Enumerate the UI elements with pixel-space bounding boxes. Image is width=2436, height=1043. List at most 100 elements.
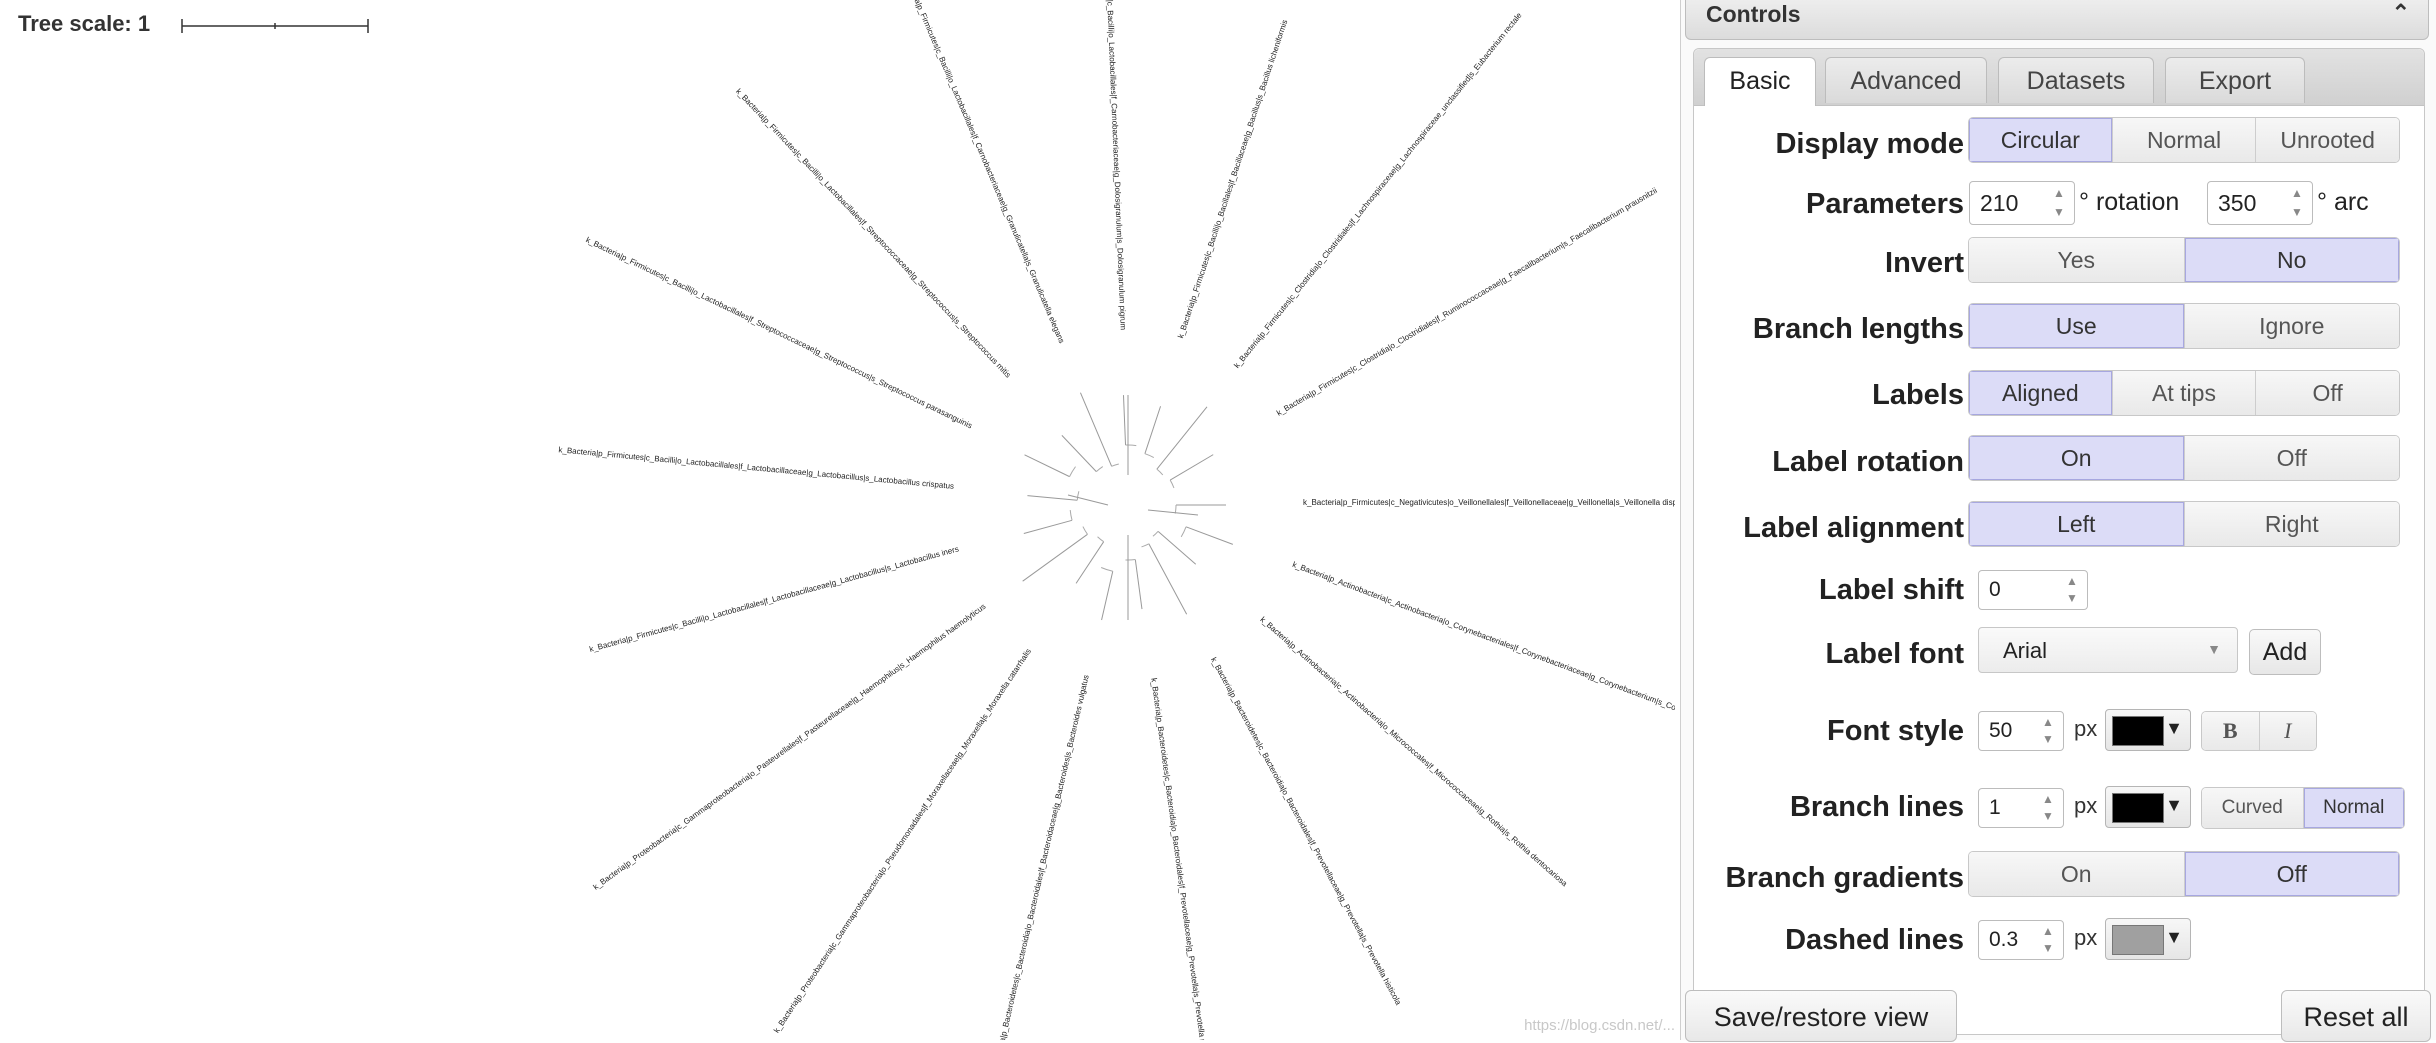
- branch-gradients-off[interactable]: Off: [2184, 852, 2400, 896]
- display-mode-circular[interactable]: Circular: [1969, 118, 2112, 162]
- font-style-label: Font style: [1681, 715, 1964, 748]
- tree-leaf-labels: k_Bacteria|p_Firmicutes|c_Negativicutes|…: [558, 0, 1675, 1040]
- branch-width-value: 1: [1989, 796, 2001, 820]
- tree-leaf-label[interactable]: k_Bacteria|p_Firmicutes|c_Clostridia|o_C…: [1232, 10, 1524, 369]
- save-restore-view-button[interactable]: Save/restore view: [1685, 990, 1957, 1042]
- tree-branch: [1062, 435, 1096, 471]
- label-shift-value: 0: [1989, 578, 2001, 602]
- chevron-up-icon[interactable]: ⌃: [2392, 0, 2410, 26]
- tree-branch: [1135, 560, 1142, 610]
- tab-basic[interactable]: Basic: [1704, 57, 1816, 106]
- label-rotation-off[interactable]: Off: [2184, 436, 2400, 480]
- tree-leaf-label[interactable]: k_Bacteria|p_Proteobacteria|c_Gammaprote…: [592, 602, 988, 892]
- tree-branch: [1024, 520, 1072, 533]
- label-font-value: Arial: [2003, 638, 2047, 664]
- tree-leaf-label[interactable]: k_Bacteria|p_Firmicutes|c_Clostridia|o_C…: [1275, 186, 1659, 418]
- tree-branch: [1158, 531, 1196, 564]
- tree-canvas[interactable]: Tree scale: 1 k_Bacteria|p_Firmicutes|c_…: [0, 0, 1675, 1040]
- branch-width-stepper-arrows[interactable]: ▲▼: [2035, 791, 2061, 825]
- labels-off[interactable]: Off: [2255, 371, 2399, 415]
- label-alignment-label: Label alignment: [1681, 512, 1964, 545]
- bold-button[interactable]: B: [2202, 712, 2259, 750]
- arc-stepper-arrows[interactable]: ▲▼: [2284, 184, 2310, 222]
- dropdown-arrow-icon: ▼: [2165, 795, 2183, 816]
- italic-button[interactable]: I: [2259, 712, 2317, 750]
- tree-branch-connector: [1101, 567, 1113, 571]
- branch-lengths-label: Branch lengths: [1681, 313, 1964, 346]
- controls-title: Controls: [1706, 1, 1801, 28]
- branch-lengths-ignore[interactable]: Ignore: [2184, 304, 2400, 348]
- tree-branch-connector: [1096, 467, 1102, 472]
- tree-leaf-label[interactable]: k_Bacteria|p_Firmicutes|c_Bacilli|o_Lact…: [1102, 0, 1128, 331]
- label-alignment-right[interactable]: Right: [2184, 502, 2400, 546]
- tree-branch: [1157, 407, 1207, 469]
- tree-leaf-label[interactable]: k_Bacteria|p_Firmicutes|c_Bacilli|o_Lact…: [584, 235, 973, 430]
- tab-export[interactable]: Export: [2165, 57, 2305, 103]
- tab-bar: Basic Advanced Datasets Export: [1694, 49, 2424, 106]
- controls-header[interactable]: Controls ⌃: [1685, 0, 2429, 40]
- tree-leaf-label[interactable]: k_Bacteria|p_Firmicutes|c_Bacilli|o_Lact…: [558, 445, 954, 491]
- arc-value: 350: [2218, 190, 2256, 217]
- display-mode-unrooted[interactable]: Unrooted: [2255, 118, 2399, 162]
- branch-width-stepper[interactable]: 1 ▲▼: [1978, 788, 2064, 828]
- font-size-stepper-arrows[interactable]: ▲▼: [2035, 714, 2061, 748]
- add-font-button[interactable]: Add: [2249, 629, 2321, 675]
- dashed-color-picker[interactable]: ▼: [2105, 918, 2191, 960]
- tree-branch: [1186, 527, 1233, 545]
- tree-branch-connector: [1126, 445, 1137, 446]
- branch-style-curved[interactable]: Curved: [2202, 788, 2303, 828]
- dashed-width-stepper-arrows[interactable]: ▲▼: [2035, 923, 2061, 957]
- rotation-stepper[interactable]: 210 ▲▼: [1969, 181, 2075, 225]
- tree-stem: [1148, 510, 1198, 515]
- tree-branch-connector: [1145, 454, 1154, 458]
- dashed-color-swatch: [2112, 925, 2164, 955]
- label-font-select[interactable]: Arial ▼: [1978, 627, 2238, 673]
- tree-leaf-label[interactable]: k_Bacteria|p_Actinobacteria|c_Actinobact…: [1258, 615, 1569, 889]
- branch-lines-label: Branch lines: [1681, 791, 1964, 824]
- tree-leaf-label[interactable]: k_Bacteria|p_Firmicutes|c_Negativicutes|…: [1303, 498, 1675, 507]
- tree-branch: [1123, 395, 1125, 445]
- font-size-stepper[interactable]: 50 ▲▼: [1978, 711, 2064, 751]
- invert-yes[interactable]: Yes: [1969, 238, 2184, 282]
- label-shift-stepper[interactable]: 0 ▲▼: [1978, 570, 2088, 610]
- rotation-unit: ° rotation: [2079, 188, 2179, 217]
- font-color-picker[interactable]: ▼: [2105, 709, 2191, 751]
- invert-no[interactable]: No: [2184, 238, 2400, 282]
- display-mode-label: Display mode: [1681, 128, 1964, 161]
- tree-branch-connector: [1070, 467, 1076, 477]
- branch-color-picker[interactable]: ▼: [2105, 786, 2191, 828]
- tree-leaf-label[interactable]: k_Bacteria|p_Proteobacteria|c_Gammaprote…: [772, 647, 1033, 1035]
- branch-gradients-label: Branch gradients: [1681, 862, 1964, 895]
- dashed-lines-label: Dashed lines: [1681, 924, 1964, 957]
- tree-leaf-label[interactable]: k_Bacteria|p_Actinobacteria|c_Actinobact…: [1291, 560, 1675, 745]
- tree-branch-connector: [1142, 544, 1149, 547]
- tab-datasets[interactable]: Datasets: [1998, 57, 2154, 103]
- tree-leaf-label[interactable]: k_Bacteria|p_Bacteroidetes|c_Bacteroidia…: [990, 674, 1091, 1040]
- label-alignment-left[interactable]: Left: [1969, 502, 2184, 546]
- tree-leaf-label[interactable]: k_Bacteria|p_Firmicutes|c_Bacilli|o_Lact…: [588, 544, 959, 654]
- tab-advanced[interactable]: Advanced: [1825, 57, 1987, 103]
- tree-leaf-label[interactable]: k_Bacteria|p_Bacteroidetes|c_Bacteroidia…: [1149, 678, 1210, 1040]
- dashed-width-unit: px: [2074, 925, 2097, 951]
- label-rotation-on[interactable]: On: [1969, 436, 2184, 480]
- tree-branch-connector: [1083, 527, 1088, 535]
- branch-gradients-on[interactable]: On: [1969, 852, 2184, 896]
- branch-style-normal[interactable]: Normal: [2303, 788, 2405, 828]
- arc-stepper[interactable]: 350 ▲▼: [2207, 181, 2313, 225]
- rotation-stepper-arrows[interactable]: ▲▼: [2046, 184, 2072, 222]
- labels-aligned[interactable]: Aligned: [1969, 371, 2112, 415]
- branch-lengths-segment: Use Ignore: [1968, 303, 2400, 349]
- tree-leaf-label[interactable]: k_Bacteria|p_Bacteroidetes|c_Bacteroidia…: [1209, 656, 1403, 1007]
- labels-at-tips[interactable]: At tips: [2112, 371, 2256, 415]
- tree-scale-bar: [182, 19, 368, 33]
- reset-all-button[interactable]: Reset all: [2281, 990, 2431, 1042]
- branch-lengths-use[interactable]: Use: [1969, 304, 2184, 348]
- display-mode-normal[interactable]: Normal: [2112, 118, 2256, 162]
- tree-branch: [1102, 571, 1113, 620]
- font-weight-toggle: B I: [2201, 711, 2317, 751]
- tree-branch-connector: [1157, 469, 1163, 475]
- parameters-label: Parameters: [1681, 188, 1964, 221]
- dashed-width-stepper[interactable]: 0.3 ▲▼: [1978, 920, 2064, 960]
- tree-leaf-label[interactable]: k_Bacteria|p_Firmicutes|c_Bacilli|o_Baci…: [1176, 19, 1289, 340]
- label-shift-stepper-arrows[interactable]: ▲▼: [2059, 573, 2085, 607]
